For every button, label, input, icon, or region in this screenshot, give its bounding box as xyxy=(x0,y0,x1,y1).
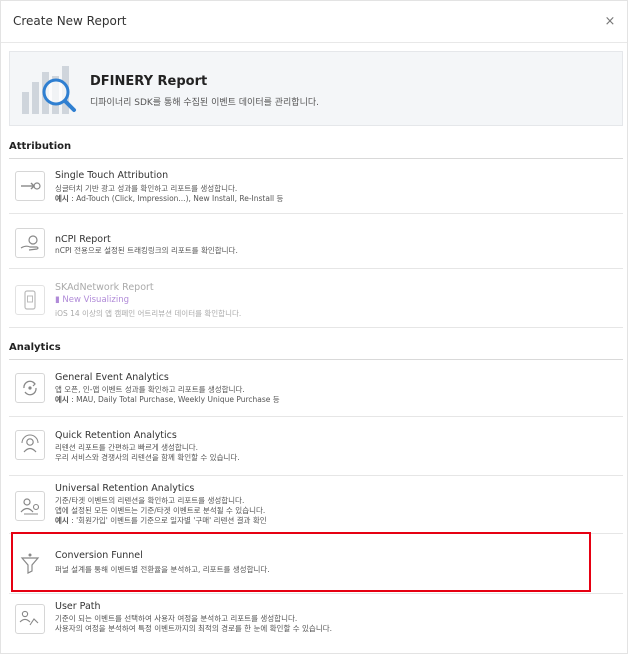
section-title-attribution: Attribution xyxy=(9,141,72,152)
item-description: 앱 오픈, 인-앱 이벤트 성과를 확인하고 리포트를 생성합니다. 예시 : … xyxy=(55,385,280,404)
new-visualizing-badge: ▮ New Visualizing xyxy=(55,295,129,305)
item-name: General Event Analytics xyxy=(55,372,169,383)
hand-coin-icon xyxy=(15,228,45,258)
report-item-single-touch[interactable]: Single Touch Attribution 싱글터치 기반 광고 성과를 … xyxy=(9,159,623,214)
item-name: nCPI Report xyxy=(55,234,111,245)
item-name: Quick Retention Analytics xyxy=(55,430,177,441)
close-button[interactable]: × xyxy=(603,15,617,29)
report-item-general-event[interactable]: General Event Analytics 앱 오픈, 인-앱 이벤트 성과… xyxy=(9,360,623,417)
section-title-analytics: Analytics xyxy=(9,342,61,353)
report-item-universal-retention[interactable]: Universal Retention Analytics 기준/타겟 이벤트의… xyxy=(9,477,623,534)
selection-highlight xyxy=(11,532,591,592)
report-item-user-path[interactable]: User Path 기준이 되는 이벤트를 선택하여 사용자 여정을 분석하고 … xyxy=(9,595,623,650)
modal-header: Create New Report × xyxy=(1,1,627,43)
item-name: Universal Retention Analytics xyxy=(55,483,195,494)
item-description: nCPI 전용으로 설정된 트래킹링크의 리포트를 확인합니다. xyxy=(55,246,238,255)
item-name: SKAdNetwork Report xyxy=(55,282,154,293)
user-path-icon xyxy=(15,604,45,634)
item-description: 기준/타겟 이벤트의 리텐션을 확인하고 리포트를 생성합니다. 앱에 설정된 … xyxy=(55,496,267,525)
phone-icon xyxy=(15,285,45,315)
create-report-modal: Create New Report × DFINERY Report 디파이너리… xyxy=(0,0,628,654)
banner-description: 디파이너리 SDK를 통해 수집된 이벤트 데이터를 관리합니다. xyxy=(90,98,320,108)
item-name: User Path xyxy=(55,601,101,612)
users-target-icon xyxy=(15,491,45,521)
touch-arrow-icon xyxy=(15,171,45,201)
item-description: 리텐션 리포트를 간편하고 빠르게 생성합니다. 우리 서비스와 경쟁사의 리텐… xyxy=(55,443,240,462)
retention-user-icon xyxy=(15,430,45,460)
banner-title: DFINERY Report xyxy=(90,74,208,89)
report-item-quick-retention[interactable]: Quick Retention Analytics 리텐션 리포트를 간편하고 … xyxy=(9,418,623,476)
report-item-ncpi[interactable]: nCPI Report nCPI 전용으로 설정된 트래킹링크의 리포트를 확인… xyxy=(9,215,623,269)
dfinery-banner: DFINERY Report 디파이너리 SDK를 통해 수집된 이벤트 데이터… xyxy=(9,51,623,126)
item-name: Single Touch Attribution xyxy=(55,170,169,181)
report-chart-magnifier-icon xyxy=(20,62,82,118)
report-item-skadnetwork[interactable]: SKAdNetwork Report ▮ New Visualizing iOS… xyxy=(9,270,623,328)
item-description: iOS 14 이상의 앱 캠페인 어트리뷰션 데이터를 확인합니다. xyxy=(55,309,242,318)
item-description: 기준이 되는 이벤트를 선택하여 사용자 여정을 분석하고 리포트를 생성합니다… xyxy=(55,614,333,633)
cycle-event-icon xyxy=(15,373,45,403)
item-description: 싱글터치 기반 광고 성과를 확인하고 리포트를 생성합니다. 예시 : Ad-… xyxy=(55,184,284,203)
modal-title: Create New Report xyxy=(13,14,127,28)
